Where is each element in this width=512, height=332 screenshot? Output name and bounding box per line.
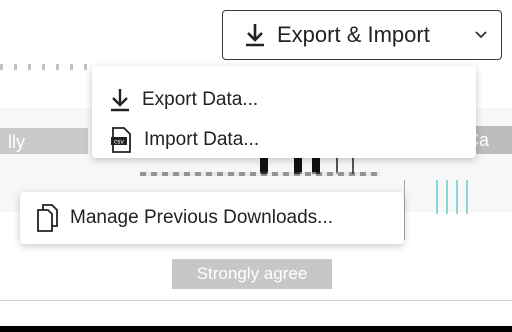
menu-item-export-data[interactable]: Export Data...	[92, 80, 476, 120]
menu-item-label: Export Data...	[142, 89, 259, 110]
csv-file-icon: csv	[110, 127, 132, 153]
background-noise	[436, 180, 476, 214]
background-noise	[140, 172, 380, 176]
export-import-menu: Export Data... csv Import Data...	[92, 66, 476, 158]
download-icon	[110, 88, 130, 112]
menu-item-import-data[interactable]: csv Import Data...	[92, 124, 476, 156]
manage-previous-downloads-item[interactable]: Manage Previous Downloads...	[20, 192, 404, 244]
export-import-button[interactable]: Export & Import	[222, 10, 502, 60]
download-icon	[245, 23, 265, 47]
copy-document-icon	[36, 204, 58, 232]
strongly-agree-button[interactable]: Strongly agree	[172, 259, 332, 289]
manage-downloads-label: Manage Previous Downloads...	[70, 207, 333, 228]
menu-item-label: Import Data...	[144, 129, 260, 150]
svg-text:csv: csv	[114, 139, 124, 146]
background-divider	[404, 180, 405, 240]
background-column-label: lly	[8, 132, 25, 152]
export-import-label: Export & Import	[277, 22, 430, 47]
divider	[0, 300, 512, 301]
chevron-down-icon	[475, 26, 487, 44]
background-noise	[0, 64, 90, 70]
bottom-edge	[0, 326, 512, 332]
